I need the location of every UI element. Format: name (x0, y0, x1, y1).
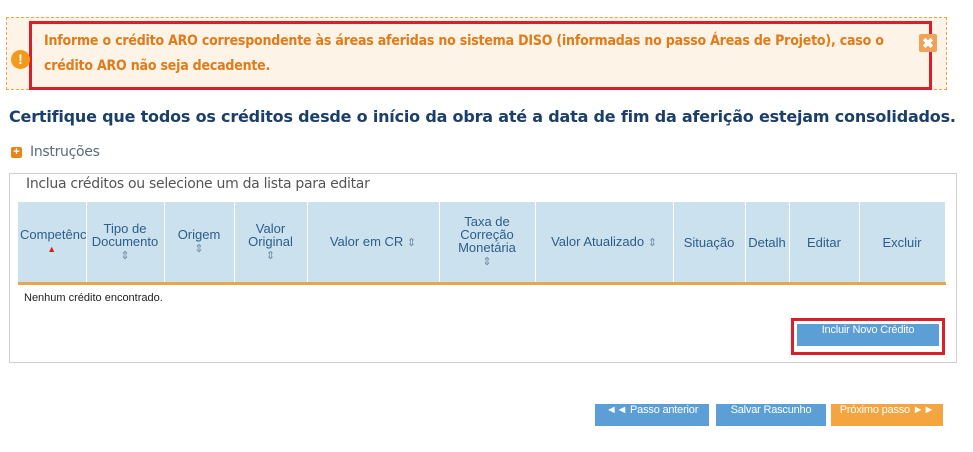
plus-icon: + (11, 146, 22, 158)
close-icon[interactable]: ✖ (919, 34, 937, 52)
column-header-detalhes: Detalh (745, 202, 790, 285)
column-header-origem[interactable]: Origem ⇕ (164, 202, 235, 285)
empty-table-row: Nenhum crédito encontrado. (18, 284, 945, 306)
empty-message: Nenhum crédito encontrado. (24, 292, 163, 304)
warning-icon: ! (11, 50, 30, 69)
alert-message: Informe o crédito ARO correspondente às … (44, 33, 884, 74)
column-header-taxa-correcao[interactable]: Taxa de Correção Monetária ⇕ (439, 202, 536, 285)
previous-step-button[interactable]: ◄◄ Passo anterior (595, 404, 709, 426)
column-header-valor-atualizado[interactable]: Valor Atualizado ⇕ (535, 202, 674, 285)
add-credit-button[interactable]: Incluir Novo Crédito (797, 324, 939, 346)
sort-icon: ⇕ (647, 236, 657, 249)
column-header-tipo-documento[interactable]: Tipo de Documento ⇕ (86, 202, 165, 285)
sort-asc-icon: ▲ (47, 244, 57, 254)
sort-icon: ⇕ (482, 256, 492, 268)
column-header-valor-cr[interactable]: Valor em CR ⇕ (307, 202, 440, 285)
sort-icon: ⇕ (406, 236, 417, 249)
column-header-valor-original[interactable]: Valor Original ⇕ (234, 202, 308, 285)
column-header-situacao: Situação (673, 202, 746, 285)
sort-icon: ⇕ (120, 249, 130, 262)
save-draft-button[interactable]: Salvar Rascunho (716, 404, 826, 426)
column-header-editar: Editar (789, 202, 860, 285)
column-header-excluir: Excluir (859, 202, 946, 285)
next-step-button[interactable]: Próximo passo ►► (831, 404, 943, 426)
page-heading: Certifique que todos os créditos desde o… (9, 107, 956, 126)
sort-icon: ⇕ (194, 243, 204, 255)
instructions-label: Instruções (30, 144, 100, 160)
credits-table: Competênc ▲ Tipo de Documento ⇕ Origem ⇕ Va… (18, 202, 946, 305)
sort-icon: ⇕ (265, 249, 276, 262)
fieldset-legend: Inclua créditos ou selecione um da lista… (20, 176, 376, 192)
instructions-toggle[interactable]: + Instruções (11, 144, 100, 160)
column-header-competencia[interactable]: Competênc ▲ (18, 202, 87, 285)
